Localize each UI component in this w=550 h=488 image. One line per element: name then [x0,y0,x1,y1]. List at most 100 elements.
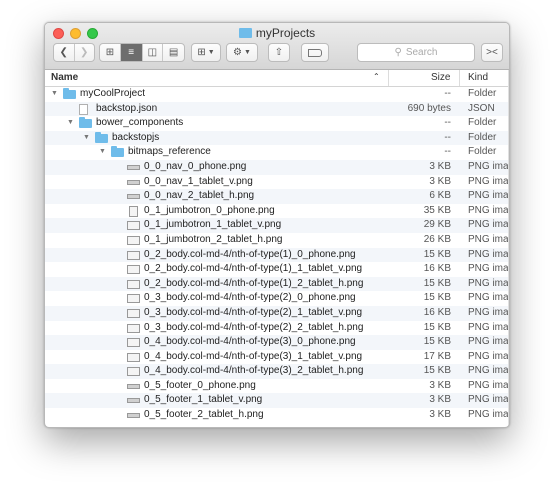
file-row[interactable]: 0_1_jumbotron_2_tablet_h.png 26 KB PNG ima [45,233,509,248]
share-button[interactable]: ⇧ [268,43,290,62]
tag-icon [308,48,322,57]
file-row[interactable]: 0_5_footer_2_tablet_h.png 3 KB PNG ima [45,408,509,423]
folder-icon [238,28,252,38]
toggle-sidebar-button[interactable]: >< [481,43,503,62]
chevron-down-icon: ▼ [244,49,251,56]
column-divider[interactable] [388,70,389,86]
image-thumbnail-icon [127,265,140,275]
size-column-header[interactable]: Size [431,72,450,83]
file-row[interactable]: 0_2_body.col-md-4/nth-of-type(1)_0_phone… [45,247,509,263]
name-column-header[interactable]: Name [51,72,78,83]
file-size: 29 KB [423,219,451,231]
file-row[interactable]: 0_3_body.col-md-4/nth-of-type(2)_1_table… [45,305,509,321]
file-name: backstopjs [112,131,160,143]
arrange-button[interactable]: ⊞ ▼ [191,43,221,62]
file-name: backstop.json [96,102,158,114]
disclosure-triangle-icon[interactable]: ▼ [51,87,58,102]
search-field[interactable]: ⚲ Search [357,43,475,62]
file-row[interactable]: 0_3_body.col-md-4/nth-of-type(2)_0_phone… [45,291,509,306]
file-kind: PNG ima [468,160,508,172]
file-kind: Folder [468,88,497,99]
folder-icon [95,131,108,143]
file-size: -- [444,88,451,99]
image-thumbnail-icon [127,221,140,231]
list-view-button[interactable]: ≡ [119,44,142,61]
file-row[interactable]: 0_5_footer_1_tablet_v.png 3 KB PNG ima [45,393,509,409]
cover-flow-button[interactable]: ▤ [162,44,184,61]
file-name-cell: ▼ bower_components [45,116,401,131]
image-thumbnail-icon [127,194,140,200]
image-thumbnail-icon [127,383,140,389]
tags-button[interactable] [301,43,329,62]
arrange-grid-icon: ⊞ [197,47,206,58]
file-row[interactable]: ▼ bower_components -- Folder [45,116,509,131]
file-row[interactable]: 0_0_nav_0_phone.png 3 KB PNG ima [45,159,509,175]
title-bar: myProjects ❮ ❯ ⊞ ≡ ◫ ▤ ⊞ ▼ ⚙ ▼ ⇧ ⚲ Searc… [45,23,509,70]
chevron-right-icon: ❯ [80,47,89,58]
file-name: 0_3_body.col-md-4/nth-of-type(2)_0_phone… [144,292,356,304]
file-kind: Folder [468,131,497,143]
file-name: 0_2_body.col-md-4/nth-of-type(1)_1_table… [144,263,363,275]
file-row[interactable]: 0_1_jumbotron_0_phone.png 35 KB PNG ima [45,204,509,219]
file-row[interactable]: 0_4_body.col-md-4/nth-of-type(3)_0_phone… [45,335,509,350]
folder-icon [79,117,92,129]
file-kind: PNG ima [468,350,508,362]
file-size: 6 KB [429,190,451,202]
file-row[interactable]: 0_1_jumbotron_1_tablet_v.png 29 KB PNG ima [45,218,509,233]
disclosure-triangle-icon[interactable]: ▼ [83,131,90,146]
file-row[interactable]: 0_0_nav_2_tablet_h.png 6 KB PNG ima [45,189,509,204]
window-title-text: myProjects [255,26,316,40]
file-row[interactable]: 0_0_nav_1_tablet_v.png 3 KB PNG ima [45,175,509,190]
sort-chevron-up-icon: ⌃ [373,72,380,81]
image-thumbnail-icon [127,367,140,377]
file-name: 0_0_nav_2_tablet_h.png [144,190,255,202]
image-thumbnail-icon [127,179,140,185]
file-kind: PNG ima [468,190,508,202]
image-thumbnail-icon [127,413,140,419]
file-row[interactable]: 0_2_body.col-md-4/nth-of-type(1)_2_table… [45,276,509,292]
image-thumbnail-icon [127,352,140,362]
file-name-cell: 0_4_body.col-md-4/nth-of-type(3)_0_phone… [45,335,401,350]
file-name-cell: 0_5_footer_1_tablet_v.png [45,393,401,408]
column-header: Name ⌃ Size Kind [45,70,509,87]
kind-column-header[interactable]: Kind [468,72,488,83]
file-row[interactable]: backstop.json 690 bytes JSON [45,101,509,117]
back-button[interactable]: ❮ [54,44,74,61]
icon-view-button[interactable]: ⊞ [100,44,120,61]
image-thumbnail-icon [127,235,140,245]
file-name-cell: 0_0_nav_0_phone.png [45,160,401,175]
file-row[interactable]: 0_4_body.col-md-4/nth-of-type(3)_1_table… [45,350,509,365]
file-name-cell: 0_1_jumbotron_2_tablet_h.png [45,233,401,248]
file-row[interactable]: 0_4_body.col-md-4/nth-of-type(3)_2_table… [45,364,509,379]
file-kind: PNG ima [468,365,508,377]
file-name-cell: ▼ myCoolProject [45,87,401,102]
file-size: 3 KB [429,409,451,421]
column-divider[interactable] [459,70,460,86]
folder-icon [63,88,76,99]
image-thumbnail-icon [127,308,140,318]
file-row[interactable]: ▼ myCoolProject -- Folder [45,87,509,102]
disclosure-triangle-icon[interactable]: ▼ [99,145,106,160]
disclosure-triangle-icon[interactable]: ▼ [67,116,74,131]
file-kind: PNG ima [468,409,508,421]
action-button[interactable]: ⚙ ▼ [226,43,258,62]
file-row[interactable]: ▼ backstopjs -- Folder [45,130,509,146]
nav-buttons: ❮ ❯ [53,43,95,62]
forward-button[interactable]: ❯ [73,44,95,61]
expand-arrows-icon: >< [486,47,498,58]
file-row[interactable]: 0_2_body.col-md-4/nth-of-type(1)_1_table… [45,262,509,277]
file-row[interactable]: 0_5_footer_0_phone.png 3 KB PNG ima [45,379,509,394]
file-name-cell: 0_2_body.col-md-4/nth-of-type(1)_1_table… [45,262,401,277]
file-size: 15 KB [423,336,451,348]
file-name: 0_4_body.col-md-4/nth-of-type(3)_0_phone… [144,336,356,348]
search-icon: ⚲ [394,47,402,58]
column-view-button[interactable]: ◫ [141,44,163,61]
image-thumbnail-icon [127,164,140,170]
file-row[interactable]: ▼ bitmaps_reference -- Folder [45,145,509,160]
file-name-cell: 0_5_footer_2_tablet_h.png [45,408,401,423]
finder-window: myProjects ❮ ❯ ⊞ ≡ ◫ ▤ ⊞ ▼ ⚙ ▼ ⇧ ⚲ Searc… [44,22,510,428]
file-size: 15 KB [423,277,451,289]
list-icon: ≡ [128,47,135,58]
file-row[interactable]: 0_3_body.col-md-4/nth-of-type(2)_2_table… [45,321,509,336]
file-size: 3 KB [429,160,451,172]
